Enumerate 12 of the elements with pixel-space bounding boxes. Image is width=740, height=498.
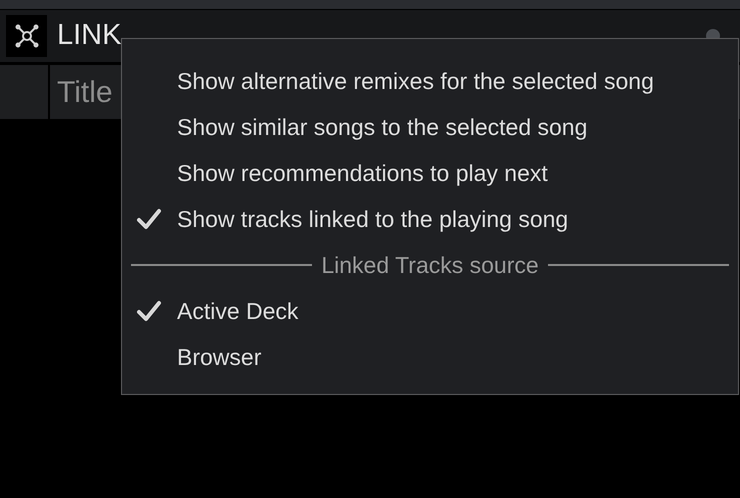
network-icon[interactable] xyxy=(6,15,47,57)
menu-item[interactable]: Show alternative remixes for the selected song xyxy=(122,58,738,104)
panel-title: LINK xyxy=(57,18,122,54)
checkmark-icon xyxy=(137,300,161,322)
menu-item[interactable]: Browser xyxy=(122,334,738,380)
menu-item[interactable]: Show similar songs to the selected song xyxy=(122,104,738,150)
menu-item[interactable]: Show tracks linked to the playing song xyxy=(122,196,738,242)
checkmark-icon xyxy=(137,208,161,230)
section-heading: Linked Tracks source xyxy=(321,250,539,280)
menu-item[interactable]: Show recommendations to play next xyxy=(122,150,738,196)
menu-item[interactable]: Active Deck xyxy=(122,288,738,334)
table-header-cell xyxy=(0,65,48,119)
